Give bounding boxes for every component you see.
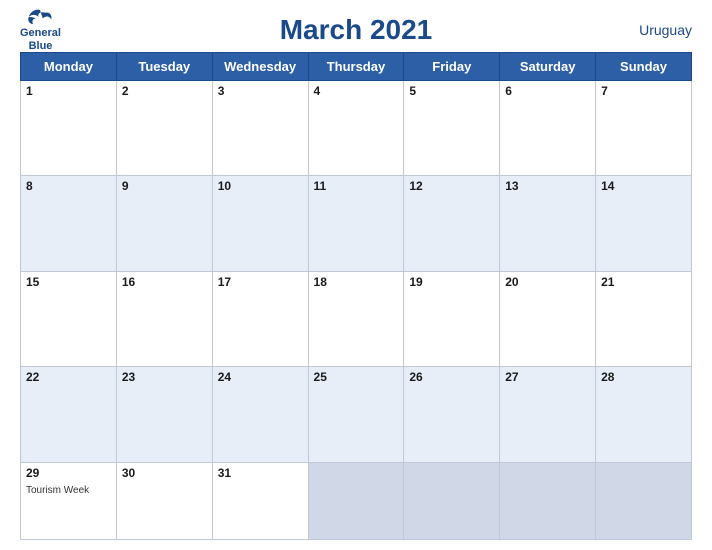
weekday-header-sunday: Sunday [596, 53, 692, 81]
day-number: 9 [122, 179, 207, 193]
calendar-cell: 4 [308, 81, 404, 176]
calendar-cell: 27 [500, 367, 596, 462]
weekday-header-saturday: Saturday [500, 53, 596, 81]
calendar-cell: 16 [116, 271, 212, 366]
calendar-cell: 19 [404, 271, 500, 366]
calendar-cell: 20 [500, 271, 596, 366]
calendar-cell: 1 [21, 81, 117, 176]
calendar-table: MondayTuesdayWednesdayThursdayFridaySatu… [20, 52, 692, 540]
logo: General Blue [20, 7, 61, 53]
weekday-header-tuesday: Tuesday [116, 53, 212, 81]
calendar-cell [596, 462, 692, 539]
day-number: 15 [26, 275, 111, 289]
day-number: 24 [218, 370, 303, 384]
calendar-cell [500, 462, 596, 539]
calendar-cell: 11 [308, 176, 404, 271]
calendar-cell: 29 Tourism Week [21, 462, 117, 539]
calendar-cell: 3 [212, 81, 308, 176]
calendar-cell: 17 [212, 271, 308, 366]
calendar-cell: 22 [21, 367, 117, 462]
calendar-week-row: 29 Tourism Week 30 31 [21, 462, 692, 539]
logo-general-text: General [20, 27, 61, 40]
page-title: March 2021 [280, 14, 433, 46]
calendar-cell: 21 [596, 271, 692, 366]
calendar-week-row: 22 23 24 25 26 27 28 [21, 367, 692, 462]
calendar-cell: 31 [212, 462, 308, 539]
day-number: 21 [601, 275, 686, 289]
day-number: 27 [505, 370, 590, 384]
day-number: 22 [26, 370, 111, 384]
day-number: 26 [409, 370, 494, 384]
calendar-cell: 15 [21, 271, 117, 366]
day-number: 20 [505, 275, 590, 289]
day-number: 5 [409, 84, 494, 98]
calendar-cell: 10 [212, 176, 308, 271]
day-number: 23 [122, 370, 207, 384]
day-number: 14 [601, 179, 686, 193]
day-number: 31 [218, 466, 303, 480]
calendar-cell [308, 462, 404, 539]
calendar-cell: 12 [404, 176, 500, 271]
calendar-cell: 18 [308, 271, 404, 366]
calendar-week-row: 15 16 17 18 19 20 21 [21, 271, 692, 366]
event-label: Tourism Week [26, 485, 89, 496]
calendar-cell: 7 [596, 81, 692, 176]
weekday-header-monday: Monday [21, 53, 117, 81]
day-number: 6 [505, 84, 590, 98]
day-number: 12 [409, 179, 494, 193]
weekday-header-row: MondayTuesdayWednesdayThursdayFridaySatu… [21, 53, 692, 81]
calendar-cell: 2 [116, 81, 212, 176]
calendar-week-row: 89 10 11 12 13 14 [21, 176, 692, 271]
calendar-cell: 8 [21, 176, 117, 271]
day-number: 8 [26, 179, 111, 193]
calendar-cell: 28 [596, 367, 692, 462]
day-number: 13 [505, 179, 590, 193]
day-number: 30 [122, 466, 207, 480]
weekday-header-wednesday: Wednesday [212, 53, 308, 81]
day-number: 19 [409, 275, 494, 289]
country-label: Uruguay [639, 22, 692, 38]
calendar-cell: 30 [116, 462, 212, 539]
calendar-cell: 24 [212, 367, 308, 462]
calendar-cell: 6 [500, 81, 596, 176]
day-number: 11 [314, 179, 399, 193]
calendar-cell: 23 [116, 367, 212, 462]
calendar-cell [404, 462, 500, 539]
day-number: 29 [26, 466, 111, 480]
day-number: 17 [218, 275, 303, 289]
day-number: 18 [314, 275, 399, 289]
calendar-cell: 9 [116, 176, 212, 271]
calendar-week-row: 1234567 [21, 81, 692, 176]
weekday-header-thursday: Thursday [308, 53, 404, 81]
day-number: 28 [601, 370, 686, 384]
calendar-cell: 26 [404, 367, 500, 462]
calendar-cell: 5 [404, 81, 500, 176]
weekday-header-friday: Friday [404, 53, 500, 81]
calendar-cell: 25 [308, 367, 404, 462]
calendar-cell: 14 [596, 176, 692, 271]
calendar-cell: 13 [500, 176, 596, 271]
day-number: 4 [314, 84, 399, 98]
day-number: 25 [314, 370, 399, 384]
day-number: 7 [601, 84, 686, 98]
calendar-header: General Blue March 2021 Uruguay [20, 14, 692, 46]
day-number: 16 [122, 275, 207, 289]
logo-blue-text: Blue [29, 40, 53, 53]
day-number: 10 [218, 179, 303, 193]
day-number: 1 [26, 84, 111, 98]
day-number: 3 [218, 84, 303, 98]
day-number: 2 [122, 84, 207, 98]
